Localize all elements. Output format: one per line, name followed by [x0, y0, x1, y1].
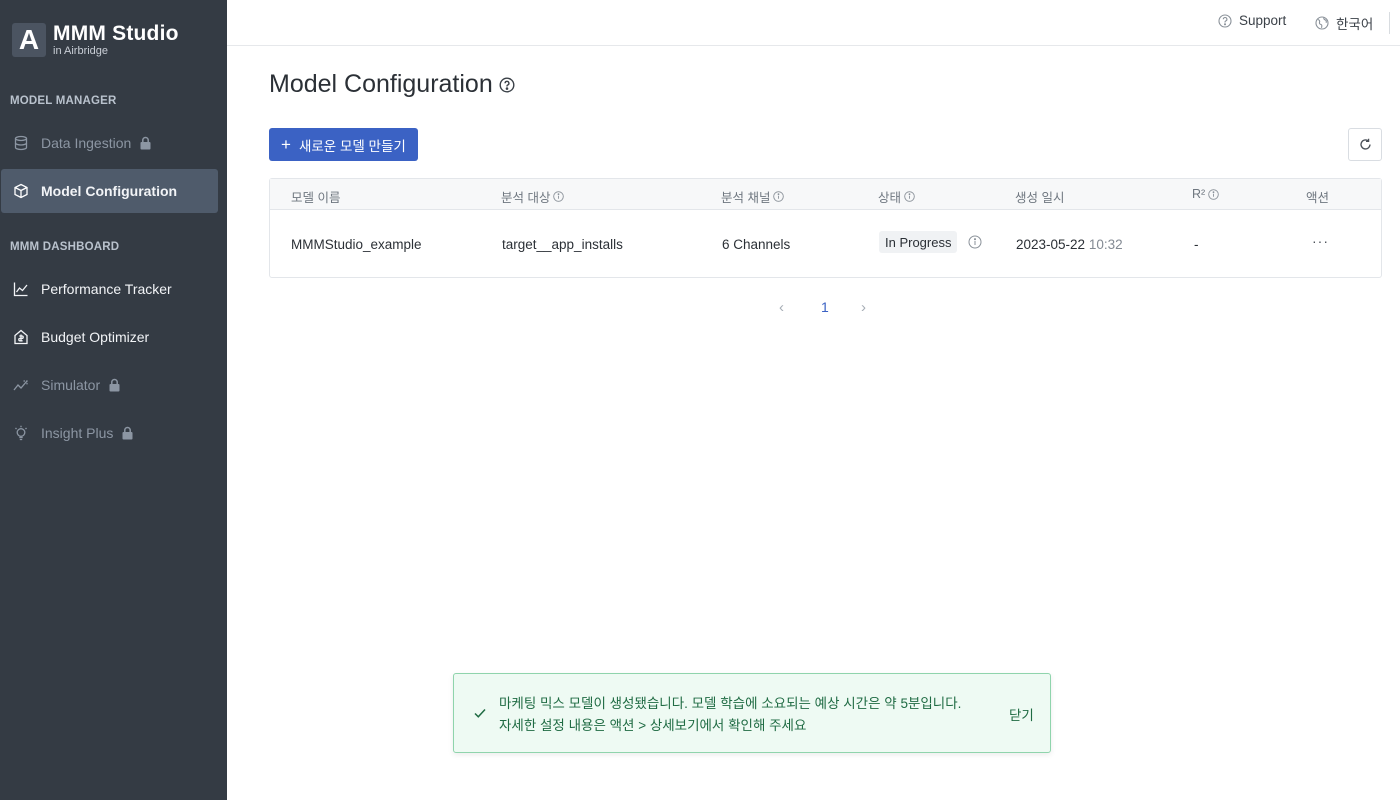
toast-message-line-2: 자세한 설정 내용은 액션 > 상세보기에서 확인해 주세요: [499, 718, 807, 733]
pagination-prev-button[interactable]: ‹: [779, 299, 784, 316]
target-cell: target__app_installs: [502, 237, 623, 252]
info-icon[interactable]: [553, 191, 565, 202]
info-icon[interactable]: [968, 235, 982, 249]
section-label-mmm-dashboard: MMM DASHBOARD: [10, 241, 120, 253]
sidebar-item-data-ingestion[interactable]: Data Ingestion: [1, 121, 218, 165]
info-icon[interactable]: [773, 191, 785, 202]
page-title: Model Configuration: [269, 70, 515, 99]
sidebar-item-label: Insight Plus: [41, 425, 114, 441]
toast-message-line-1: 마케팅 믹스 모델이 생성됐습니다. 모델 학습에 소요되는 예상 시간은 약 …: [499, 696, 962, 711]
globe-icon: [1315, 16, 1329, 30]
sidebar-item-insight-plus[interactable]: Insight Plus: [1, 411, 218, 455]
pagination-page-1[interactable]: 1: [821, 299, 829, 315]
brand-subtitle: in Airbridge: [53, 45, 109, 57]
brand[interactable]: A MMM Studio in Airbridge: [12, 22, 179, 58]
sidebar-item-model-configuration[interactable]: Model Configuration: [1, 169, 218, 213]
topbar-divider: [1389, 12, 1390, 34]
success-toast: 마케팅 믹스 모델이 생성됐습니다. 모델 학습에 소요되는 예상 시간은 약 …: [453, 673, 1051, 753]
brand-name: MMM Studio: [53, 22, 179, 45]
lock-icon: [108, 378, 121, 392]
database-icon: [13, 135, 29, 151]
column-header-channels: 분석 채널: [721, 187, 785, 206]
sidebar-item-simulator[interactable]: Simulator: [1, 363, 218, 407]
toast-message: 마케팅 믹스 모델이 생성됐습니다. 모델 학습에 소요되는 예상 시간은 약 …: [499, 693, 961, 737]
create-model-label: 새로운 모델 만들기: [298, 138, 406, 154]
sidebar-item-label: Budget Optimizer: [41, 329, 150, 345]
toast-close-button[interactable]: 닫기: [1009, 704, 1034, 724]
info-icon[interactable]: [904, 191, 915, 202]
plus-icon: +: [281, 135, 291, 154]
sidebar-item-label: Data Ingestion: [41, 135, 132, 151]
row-action-menu-button[interactable]: ···: [1312, 233, 1329, 249]
check-icon: [473, 706, 487, 720]
status-badge: In Progress: [879, 231, 958, 253]
column-header-created-at: 생성 일시: [1015, 191, 1065, 205]
topbar: Support 한국어: [227, 0, 1400, 46]
support-label: Support: [1239, 13, 1287, 28]
airbridge-logo: A: [12, 23, 46, 57]
lock-icon: [139, 136, 152, 150]
model-name-cell: MMMStudio_example: [291, 237, 422, 252]
column-header-target: 분석 대상: [501, 187, 565, 206]
language-label: 한국어: [1336, 17, 1374, 32]
column-header-r2: R²: [1192, 187, 1219, 201]
lightbulb-icon: [13, 425, 29, 441]
section-label-model-manager: MODEL MANAGER: [10, 95, 117, 107]
created-time: 10:32: [1088, 237, 1123, 252]
budget-icon: [13, 329, 29, 345]
sidebar-item-budget-optimizer[interactable]: Budget Optimizer: [1, 315, 218, 359]
column-header-model-name: 모델 이름: [291, 191, 341, 205]
sidebar-item-performance-tracker[interactable]: Performance Tracker: [1, 267, 218, 311]
sidebar-item-label: Model Configuration: [41, 183, 178, 199]
sidebar-item-label: Performance Tracker: [41, 281, 172, 297]
sidebar-item-label: Simulator: [41, 377, 101, 393]
r2-cell: -: [1194, 237, 1199, 252]
language-selector[interactable]: 한국어: [1315, 13, 1373, 33]
created-at-cell: 2023-05-22 10:32: [1016, 237, 1123, 252]
support-link[interactable]: Support: [1218, 13, 1286, 28]
column-header-status: 상태: [878, 187, 915, 206]
create-model-button[interactable]: + 새로운 모델 만들기: [269, 128, 418, 161]
page-title-text: Model Configuration: [269, 70, 493, 98]
column-header-action: 액션: [1306, 191, 1330, 205]
created-date: 2023-05-22: [1016, 237, 1086, 252]
refresh-icon: [1359, 138, 1371, 150]
models-table: 모델 이름 분석 대상 분석 채널 상태 생성 일시 R² 액션 MMMStud…: [269, 178, 1382, 278]
info-icon[interactable]: [1208, 188, 1219, 200]
pagination-next-button[interactable]: ›: [861, 299, 866, 316]
help-icon[interactable]: [499, 76, 515, 93]
table-header: 모델 이름 분석 대상 분석 채널 상태 생성 일시 R² 액션: [270, 179, 1381, 210]
refresh-button[interactable]: [1348, 128, 1382, 161]
channels-cell: 6 Channels: [722, 237, 791, 252]
sidebar: A MMM Studio in Airbridge MODEL MANAGER …: [0, 0, 227, 800]
cube-icon: [13, 183, 29, 199]
line-chart-icon: [13, 281, 29, 297]
lock-icon: [121, 426, 134, 440]
trend-icon: [13, 377, 29, 393]
help-circle-icon: [1218, 13, 1232, 28]
